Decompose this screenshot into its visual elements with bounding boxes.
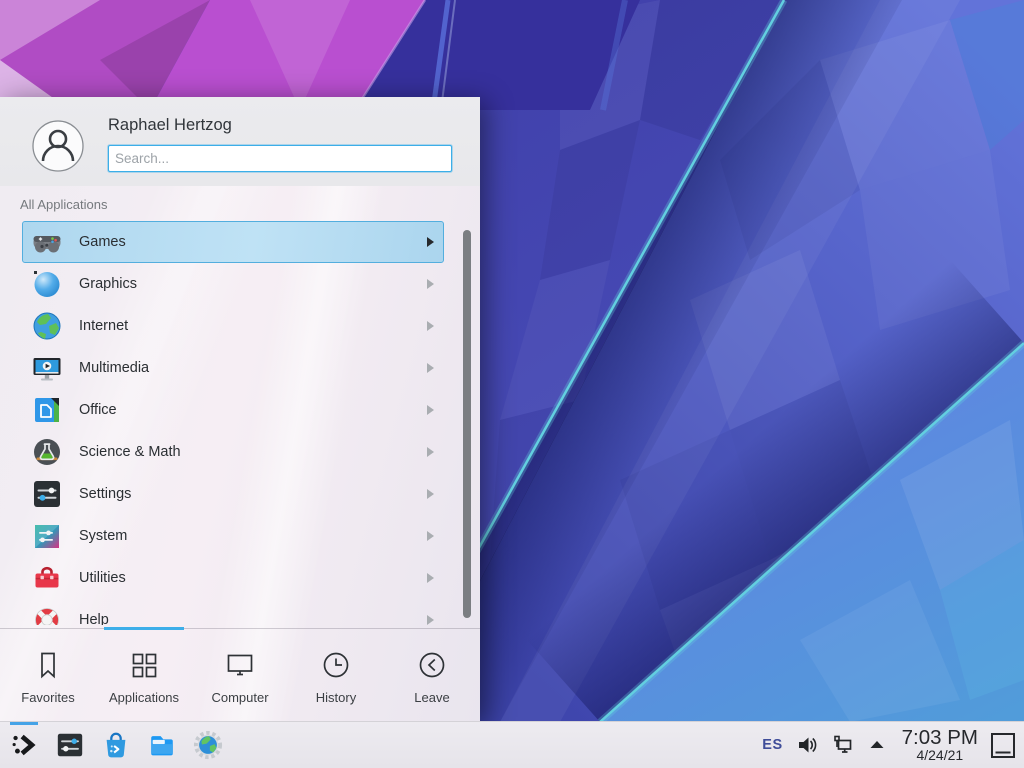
submenu-arrow-icon xyxy=(426,362,435,374)
taskbar-panel: ES 7:03 PM 4/24/21 xyxy=(0,721,1024,768)
computer-icon xyxy=(222,647,258,683)
digital-clock[interactable]: 7:03 PM 4/24/21 xyxy=(902,727,978,763)
category-system[interactable]: System xyxy=(22,515,444,557)
launcher-tab-bar: Favorites Applications Computer xyxy=(0,628,480,723)
section-label: All Applications xyxy=(20,197,107,212)
category-multimedia[interactable]: Multimedia xyxy=(22,347,444,389)
kickoff-launcher-icon[interactable] xyxy=(9,730,39,760)
web-browser-icon[interactable] xyxy=(193,730,223,760)
submenu-arrow-icon xyxy=(426,530,435,542)
submenu-arrow-icon xyxy=(426,572,435,584)
sliders-icon xyxy=(31,478,63,510)
tray-expand-caret-icon[interactable] xyxy=(866,734,888,756)
desktop: Raphael Hertzog All Applications Games xyxy=(0,0,1024,768)
category-label: Help xyxy=(79,612,426,625)
tab-label: Applications xyxy=(109,690,179,705)
submenu-arrow-icon xyxy=(426,446,435,458)
application-launcher-menu: Raphael Hertzog All Applications Games xyxy=(0,97,480,722)
category-label: System xyxy=(79,528,426,544)
leave-icon xyxy=(414,647,450,683)
category-list: Games Graphics xyxy=(0,221,480,625)
category-label: Science & Math xyxy=(79,444,426,460)
category-graphics[interactable]: Graphics xyxy=(22,263,444,305)
tab-label: Computer xyxy=(211,690,268,705)
system-tray: ES xyxy=(762,734,887,756)
globe-icon xyxy=(31,310,63,342)
file-manager-icon[interactable] xyxy=(147,730,177,760)
tab-label: Favorites xyxy=(21,690,74,705)
clock-date: 4/24/21 xyxy=(916,748,963,763)
category-office[interactable]: Office xyxy=(22,389,444,431)
flask-icon xyxy=(31,436,63,468)
bookmark-icon xyxy=(30,647,66,683)
gamepad-icon xyxy=(31,226,63,258)
search-input[interactable] xyxy=(108,145,452,172)
toolbox-icon xyxy=(31,562,63,594)
user-avatar-icon[interactable] xyxy=(32,120,84,172)
tab-label: History xyxy=(316,690,356,705)
tab-favorites[interactable]: Favorites xyxy=(0,629,96,723)
category-label: Games xyxy=(79,234,426,250)
user-name: Raphael Hertzog xyxy=(108,116,232,135)
tab-computer[interactable]: Computer xyxy=(192,629,288,723)
network-icon[interactable] xyxy=(831,734,853,756)
tab-history[interactable]: History xyxy=(288,629,384,723)
category-label: Multimedia xyxy=(79,360,426,376)
launcher-header: Raphael Hertzog xyxy=(0,97,480,186)
keyboard-layout-indicator[interactable]: ES xyxy=(762,737,782,753)
history-clock-icon xyxy=(318,647,354,683)
category-help[interactable]: Help xyxy=(22,599,444,625)
tab-label: Leave xyxy=(414,690,449,705)
submenu-arrow-icon xyxy=(426,404,435,416)
system-sliders-icon xyxy=(31,520,63,552)
category-internet[interactable]: Internet xyxy=(22,305,444,347)
document-icon xyxy=(31,394,63,426)
lifebuoy-icon xyxy=(31,604,63,625)
tab-leave[interactable]: Leave xyxy=(384,629,480,723)
scrollbar[interactable] xyxy=(463,230,471,618)
monitor-play-icon xyxy=(31,352,63,384)
clock-time: 7:03 PM xyxy=(902,727,978,749)
discover-store-icon[interactable] xyxy=(101,730,131,760)
category-utilities[interactable]: Utilities xyxy=(22,557,444,599)
submenu-arrow-icon xyxy=(426,236,435,248)
category-settings[interactable]: Settings xyxy=(22,473,444,515)
tab-applications[interactable]: Applications xyxy=(96,629,192,723)
submenu-arrow-icon xyxy=(426,278,435,290)
grid-icon xyxy=(126,647,162,683)
sphere-icon xyxy=(31,268,63,300)
category-label: Utilities xyxy=(79,570,426,586)
active-tab-indicator xyxy=(104,627,184,630)
show-desktop-button[interactable] xyxy=(990,732,1016,759)
submenu-arrow-icon xyxy=(426,488,435,500)
category-label: Internet xyxy=(79,318,426,334)
category-label: Office xyxy=(79,402,426,418)
launcher-active-indicator xyxy=(10,722,38,725)
category-science-math[interactable]: Science & Math xyxy=(22,431,444,473)
submenu-arrow-icon xyxy=(426,320,435,332)
volume-icon[interactable] xyxy=(796,734,818,756)
category-label: Graphics xyxy=(79,276,426,292)
system-settings-icon[interactable] xyxy=(55,730,85,760)
category-games[interactable]: Games xyxy=(22,221,444,263)
submenu-arrow-icon xyxy=(426,614,435,625)
category-label: Settings xyxy=(79,486,426,502)
